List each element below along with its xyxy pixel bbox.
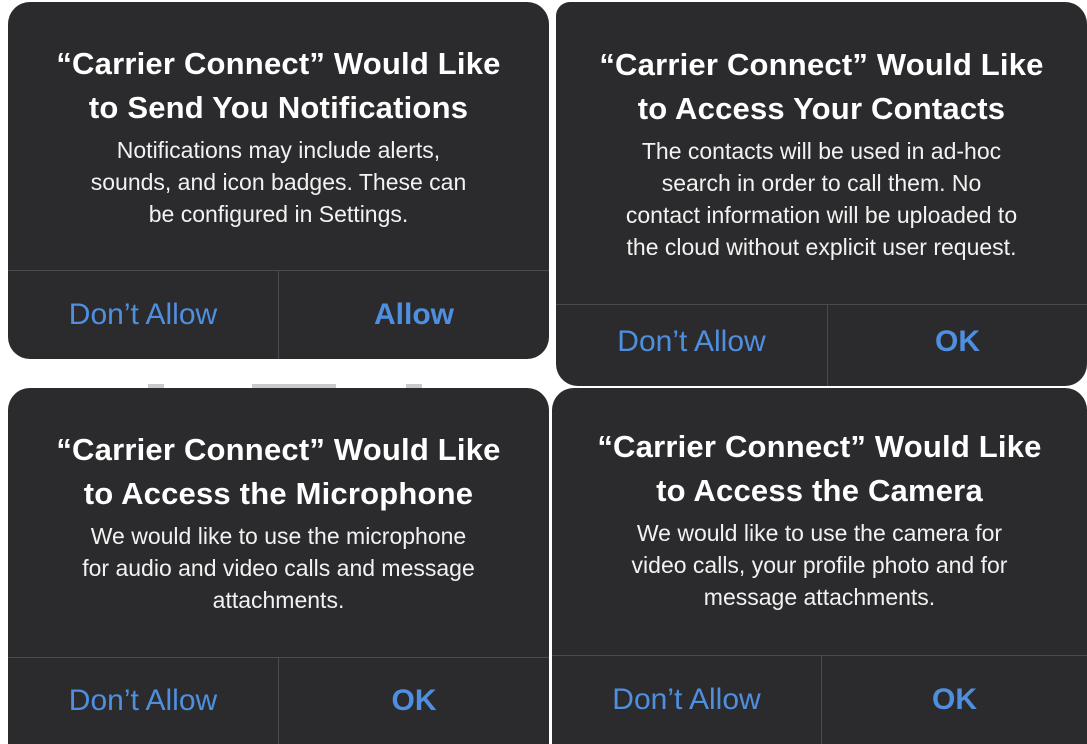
allow-button[interactable]: Allow	[279, 271, 549, 359]
alert-title: “Carrier Connect” Would Like to Send You…	[8, 42, 549, 130]
alert-message-line: contact information will be uploaded to	[625, 202, 1018, 228]
alert-message-line: for audio and video calls and message	[82, 555, 475, 581]
alert-title-line1: “Carrier Connect” Would Like	[599, 47, 1044, 82]
ok-button[interactable]: OK	[822, 655, 1087, 744]
alert-message: The contacts will be used in ad-hoc sear…	[556, 135, 1087, 263]
alert-title-line1: “Carrier Connect” Would Like	[597, 429, 1042, 464]
alert-message-line: message attachments.	[703, 584, 936, 610]
alert-title: “Carrier Connect” Would Like to Access Y…	[556, 43, 1087, 131]
alert-content: “Carrier Connect” Would Like to Access t…	[8, 388, 549, 616]
alert-message-line: We would like to use the microphone	[90, 523, 467, 549]
alert-message-line: sounds, and icon badges. These can	[90, 169, 467, 195]
dont-allow-button[interactable]: Don’t Allow	[552, 655, 821, 744]
alert-message-line: We would like to use the camera for	[636, 520, 1003, 546]
alert-title-line2: to Send You Notifications	[88, 90, 469, 125]
alert-title-line2: to Access the Camera	[656, 473, 983, 508]
ok-button[interactable]: OK	[828, 304, 1087, 386]
alert-message: We would like to use the microphone for …	[8, 520, 549, 616]
alert-title-line2: to Access Your Contacts	[637, 91, 1006, 126]
alert-content: “Carrier Connect” Would Like to Send You…	[8, 2, 549, 230]
alert-title-line2: to Access the Microphone	[83, 476, 474, 511]
alert-message-line: search in order to call them. No	[661, 170, 982, 196]
ok-button[interactable]: OK	[279, 657, 549, 744]
alert-content: “Carrier Connect” Would Like to Access Y…	[556, 2, 1087, 263]
alert-title-line1: “Carrier Connect” Would Like	[56, 432, 501, 467]
alert-title: “Carrier Connect” Would Like to Access t…	[552, 425, 1087, 513]
alert-message: We would like to use the camera for vide…	[552, 517, 1087, 613]
alert-message-line: attachments.	[212, 587, 345, 613]
alert-message-line: be configured in Settings.	[148, 201, 409, 227]
alert-message: Notifications may include alerts, sounds…	[8, 134, 549, 230]
dont-allow-button[interactable]: Don’t Allow	[8, 271, 278, 359]
alert-message-line: The contacts will be used in ad-hoc	[641, 138, 1002, 164]
microphone-permission-alert: “Carrier Connect” Would Like to Access t…	[8, 388, 549, 744]
alert-content: “Carrier Connect” Would Like to Access t…	[552, 388, 1087, 613]
alert-message-line: the cloud without explicit user request.	[626, 234, 1017, 260]
alert-message-line: Notifications may include alerts,	[116, 137, 441, 163]
contacts-permission-alert: “Carrier Connect” Would Like to Access Y…	[556, 2, 1087, 386]
notifications-permission-alert: “Carrier Connect” Would Like to Send You…	[8, 2, 549, 359]
alert-title-line1: “Carrier Connect” Would Like	[56, 46, 501, 81]
dont-allow-button[interactable]: Don’t Allow	[556, 304, 827, 386]
alert-title: “Carrier Connect” Would Like to Access t…	[8, 428, 549, 516]
dont-allow-button[interactable]: Don’t Allow	[8, 657, 278, 744]
alert-message-line: video calls, your profile photo and for	[631, 552, 1008, 578]
camera-permission-alert: “Carrier Connect” Would Like to Access t…	[552, 388, 1087, 744]
